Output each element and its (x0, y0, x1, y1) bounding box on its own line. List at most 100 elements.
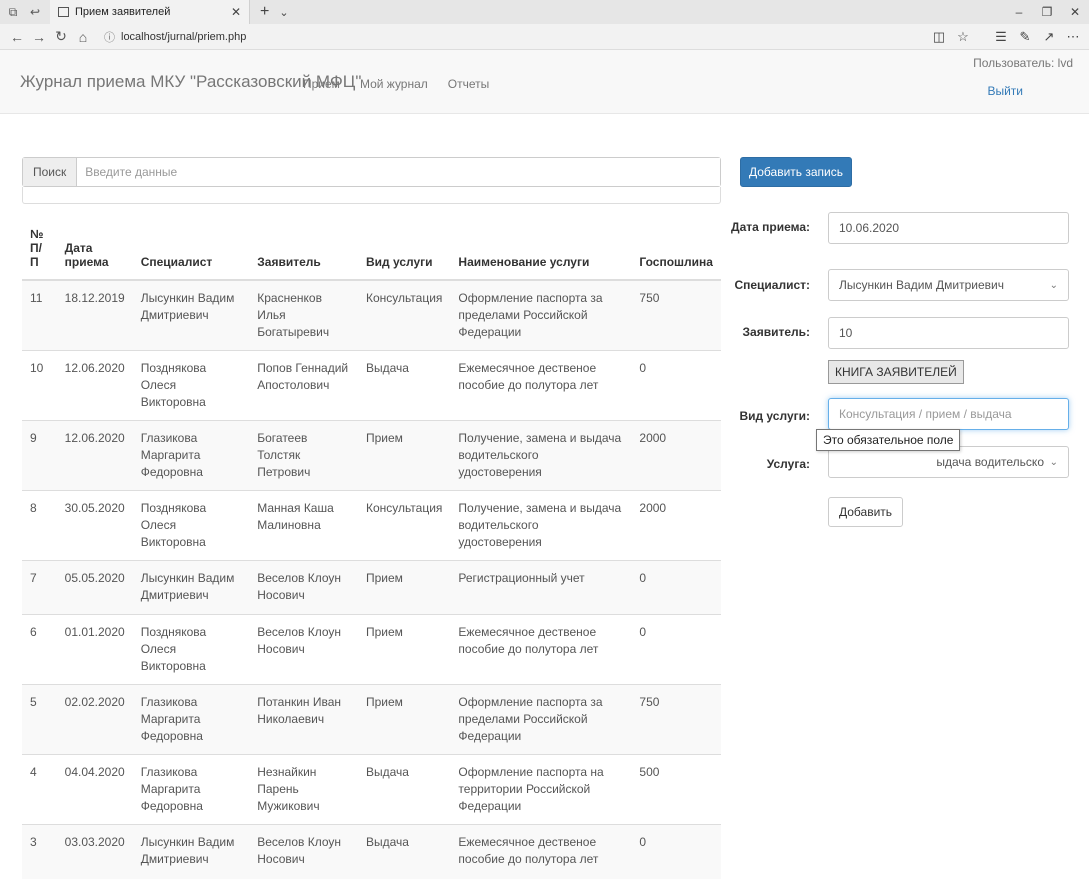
favorites-list-icon[interactable]: ☰ (989, 29, 1013, 45)
table-row[interactable]: 9 12.06.2020 Глазикова Маргарита Федоровна… (22, 420, 721, 491)
refresh-icon[interactable]: ↻ (50, 28, 72, 45)
minimize-icon[interactable]: – (1005, 5, 1033, 19)
tab-title: Прием заявителей (75, 6, 171, 18)
table-row[interactable]: 10 12.06.2020 Позднякова Олеся Викторовна П… (22, 350, 721, 421)
logout-link[interactable]: Выйти (973, 84, 1023, 98)
applicants-book-button[interactable]: КНИГА ЗАЯВИТЕЛЕЙ (828, 360, 964, 384)
row-applicant: Попов Геннадий Апостолович (249, 350, 358, 421)
column-header: Специалист (132, 218, 250, 281)
column-header: № П/П (22, 218, 57, 281)
row-number: 9 (22, 420, 57, 491)
applicant-field[interactable]: 10 (828, 317, 1069, 349)
column-header: Дата приема (56, 218, 133, 281)
row-fee: 0 (631, 350, 721, 421)
row-specialist: Позднякова Олеся Викторовна (132, 350, 250, 421)
user-area: Пользователь: lvd Выйти (973, 56, 1073, 98)
row-specialist: Глазикова Маргарита Федоровна (132, 754, 250, 825)
table-row[interactable]: 4 04.04.2020 Глазикова Маргарита Федоровна… (22, 754, 721, 825)
row-specialist: Глазикова Маргарита Федоровна (132, 684, 250, 755)
nav-link-priem[interactable]: Прием (303, 77, 340, 91)
row-specialist: Позднякова Олеся Викторовна (132, 490, 250, 561)
forward-icon[interactable]: → (28, 29, 50, 45)
nav-links: Прием Мой журнал Отчеты (303, 77, 489, 91)
row-service-type: Консультация (357, 279, 451, 351)
row-date: 03.03.2020 (56, 824, 133, 879)
back-icon[interactable]: ← (6, 29, 28, 45)
column-header: Наименование услуги (450, 218, 632, 281)
nav-link-reports[interactable]: Отчеты (448, 77, 489, 91)
date-value: 10.06.2020 (839, 221, 900, 235)
row-applicant: Веселов Клоун Носович (249, 614, 358, 685)
row-service-name: Ежемесячное дественое пособие до полутор… (450, 614, 632, 685)
site-navbar: Журнал приема МКУ "Рассказовский МФЦ" Пр… (0, 50, 1089, 114)
share-icon[interactable]: ↗ (1037, 29, 1061, 45)
row-number: 3 (22, 824, 57, 879)
row-number: 10 (22, 350, 57, 421)
chevron-down-icon: ⌄ (1049, 279, 1058, 291)
row-applicant: Потанкин Иван Николаевич (249, 684, 358, 755)
add-record-button[interactable]: Добавить запись (740, 157, 852, 187)
more-icon[interactable]: ⋯ (1061, 29, 1085, 45)
pen-icon[interactable]: ✎ (1013, 29, 1037, 45)
row-applicant: Богатеев Толстяк Петрович (249, 420, 358, 491)
row-service-name: Оформление паспорта за пределами Российс… (450, 684, 632, 755)
row-applicant: Веселов Клоун Носович (249, 560, 358, 615)
column-header: Вид услуги (357, 218, 451, 281)
row-service-name: Оформление паспорта за пределами Российс… (450, 279, 632, 351)
table-row[interactable]: 6 01.01.2020 Позднякова Олеся Викторовна Ве… (22, 614, 721, 685)
row-fee: 500 (631, 754, 721, 825)
row-number: 6 (22, 614, 57, 685)
user-label: Пользователь: lvd (973, 56, 1073, 70)
applicant-label: Заявитель: (742, 325, 811, 339)
row-service-type: Выдача (357, 824, 451, 879)
row-fee: 750 (631, 279, 721, 351)
row-number: 5 (22, 684, 57, 755)
row-service-name: Ежемесячное дественое пособие до полутор… (450, 350, 632, 421)
row-service-type: Прием (357, 684, 451, 755)
info-icon[interactable]: ⓘ (104, 29, 115, 45)
new-tab-icon[interactable]: + (260, 3, 269, 21)
service-type-input[interactable] (839, 407, 1058, 421)
tab-actions-icon[interactable]: ⧉ (4, 5, 22, 20)
table-row[interactable]: 11 18.12.2019 Лысункин Вадим Дмитриевич Кра… (22, 279, 721, 351)
row-specialist: Лысункин Вадим Дмитриевич (132, 279, 250, 351)
close-window-icon[interactable]: ✕ (1061, 5, 1089, 19)
home-icon[interactable]: ⌂ (72, 29, 94, 45)
row-fee: 0 (631, 560, 721, 615)
required-field-tooltip: Это обязательное поле (816, 429, 961, 451)
url-text: localhost/jurnal/priem.php (121, 30, 247, 43)
chevron-down-icon[interactable]: ⌄ (279, 6, 288, 19)
date-label: Дата приема: (731, 220, 810, 234)
date-field[interactable]: 10.06.2020 (828, 212, 1069, 244)
nav-link-my-journal[interactable]: Мой журнал (360, 77, 428, 91)
row-service-type: Прием (357, 560, 451, 615)
table-row[interactable]: 8 30.05.2020 Позднякова Олеся Викторовна Ма… (22, 490, 721, 561)
url-field[interactable]: ⓘ localhost/jurnal/priem.php (104, 29, 246, 45)
row-date: 02.02.2020 (56, 684, 133, 755)
submit-add-button[interactable]: Добавить (828, 497, 904, 527)
reading-view-icon[interactable]: ◫ (927, 29, 951, 45)
row-fee: 750 (631, 684, 721, 755)
row-date: 04.04.2020 (56, 754, 133, 825)
specialist-label: Специалист: (734, 278, 810, 292)
search-input[interactable] (77, 158, 720, 186)
table-header-row: № П/П Дата приема Специалист Заявитель В… (22, 218, 721, 281)
favorite-star-icon[interactable]: ☆ (951, 29, 975, 45)
row-date: 12.06.2020 (56, 350, 133, 421)
row-service-type: Прием (357, 614, 451, 685)
browser-tab[interactable]: Прием заявителей ✕ (50, 0, 250, 24)
row-applicant: Веселов Клоун Носович (249, 824, 358, 879)
table-row[interactable]: 7 05.05.2020 Лысункин Вадим Дмитриевич Весе… (22, 560, 721, 615)
table-row[interactable]: 3 03.03.2020 Лысункин Вадим Дмитриевич Весе… (22, 824, 721, 879)
row-date: 18.12.2019 (56, 279, 133, 351)
row-fee: 0 (631, 614, 721, 685)
close-tab-icon[interactable]: ✕ (231, 5, 241, 19)
table-row[interactable]: 5 02.02.2020 Глазикова Маргарита Федоровна… (22, 684, 721, 755)
row-number: 7 (22, 560, 57, 615)
service-type-field[interactable] (828, 398, 1069, 430)
tab-back-icon[interactable]: ↩ (26, 5, 44, 19)
row-fee: 2000 (631, 490, 721, 561)
specialist-select[interactable]: Лысункин Вадим Дмитриевич ⌄ (828, 269, 1069, 301)
restore-icon[interactable]: ❐ (1033, 5, 1061, 19)
window-controls: – ❐ ✕ (1005, 0, 1089, 24)
